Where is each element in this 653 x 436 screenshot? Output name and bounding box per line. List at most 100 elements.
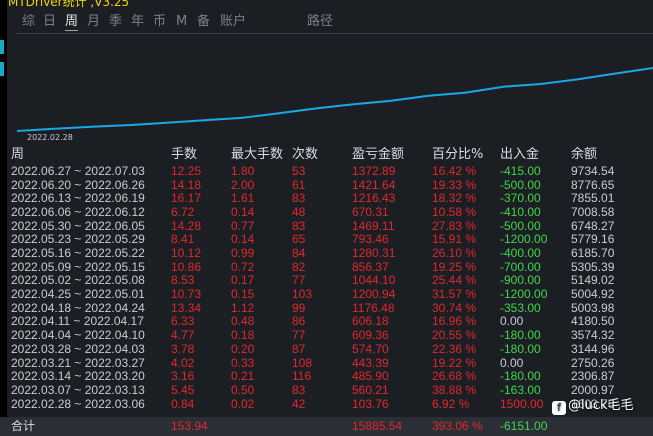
chart-start-date: 2022.02.28: [27, 133, 73, 142]
equity-chart: 2022.02.28: [17, 33, 653, 142]
cell-trades: 3.16: [171, 369, 195, 384]
header-week: 周: [11, 147, 25, 162]
total-io: -6151.00: [500, 419, 548, 433]
cell-week: 2022.04.04 ~ 2022.04.10: [11, 328, 145, 343]
cell-week: 2022.05.02 ~ 2022.05.08: [11, 273, 145, 288]
cell-balance: 5305.39: [571, 259, 615, 274]
cell-count: 53: [292, 164, 306, 178]
cell-io: -1200.00: [500, 232, 548, 247]
cell-week: 2022.05.23 ~ 2022.05.29: [11, 232, 145, 247]
cell-pct: 10.58 %: [432, 205, 477, 220]
cell-io: -700.00: [500, 259, 541, 274]
cell-pct: 16.42 %: [432, 164, 477, 178]
cell-pct: 19.25 %: [432, 259, 477, 274]
cell-pnl: 1216.43: [352, 191, 396, 206]
cell-week: 2022.04.18 ~ 2022.04.24: [11, 300, 145, 315]
cell-io: -415.00: [500, 164, 541, 178]
cell-trades: 10.86: [171, 259, 202, 274]
cell-max-trades: 0.72: [231, 259, 255, 274]
equity-point: [614, 72, 617, 75]
cell-trades: 6.33: [171, 314, 195, 329]
cell-pct: 15.91 %: [432, 232, 477, 247]
brand-logo-icon: f: [552, 401, 566, 415]
cell-trades: 10.73: [171, 287, 202, 302]
cell-trades: 8.53: [171, 273, 195, 288]
cell-max-trades: 1.12: [231, 300, 255, 315]
equity-point: [315, 107, 318, 110]
menu-item-quarter[interactable]: 季: [109, 14, 122, 30]
menu-item-account[interactable]: 账户: [220, 14, 246, 30]
cell-balance: 8776.65: [571, 177, 615, 192]
cell-pnl: 574.70: [352, 341, 389, 356]
cell-max-trades: 0.99: [231, 246, 255, 261]
equity-point: [390, 100, 392, 102]
header-max-trades: 最大手数: [231, 147, 284, 162]
cell-max-trades: 0.17: [231, 273, 255, 288]
cell-balance: 5149.02: [571, 273, 615, 288]
menu-item-week[interactable]: 周: [65, 14, 79, 31]
cell-trades: 3.78: [171, 341, 195, 356]
equity-point: [465, 91, 467, 94]
cell-io: 0.00: [500, 314, 524, 329]
cell-max-trades: 0.14: [231, 205, 255, 220]
cell-count: 42: [292, 396, 306, 411]
cell-pnl: 609.36: [352, 328, 389, 343]
cell-balance: 5779.16: [571, 232, 615, 247]
equity-point: [427, 94, 430, 97]
cell-pnl: 1469.11: [352, 218, 395, 233]
cell-pct: 26.68 %: [432, 369, 477, 384]
cell-io: -353.00: [500, 300, 541, 315]
menu-item-m[interactable]: M: [176, 14, 187, 30]
cell-max-trades: 0.02: [231, 396, 255, 411]
cell-pnl: 670.31: [352, 205, 389, 220]
cell-pnl: 856.37: [352, 259, 389, 274]
equity-point: [577, 78, 579, 80]
cell-io: 1500.00: [500, 396, 544, 411]
equity-point: [203, 119, 205, 122]
cell-trades: 12.25: [171, 164, 202, 178]
cell-pnl: 443.39: [352, 355, 389, 370]
menu-item-year[interactable]: 年: [131, 14, 144, 30]
menu-item-month[interactable]: 月: [87, 14, 100, 30]
cell-balance: 5004.92: [571, 287, 615, 302]
cell-trades: 5.45: [171, 382, 195, 397]
cell-count: 83: [292, 191, 306, 206]
menu-item-day[interactable]: 日: [43, 14, 56, 30]
cell-week: 2022.03.28 ~ 2022.04.03: [11, 341, 145, 356]
cell-max-trades: 2.00: [231, 177, 255, 192]
cell-pct: 27.83 %: [432, 218, 477, 233]
menu-item-overview[interactable]: 综: [22, 14, 35, 30]
left-scale-strip: [0, 0, 7, 436]
cell-io: -163.00: [500, 382, 541, 397]
cell-week: 2022.04.11 ~ 2022.04.17: [11, 314, 144, 329]
menu-item-path[interactable]: 路径: [307, 14, 333, 30]
cell-count: 99: [292, 300, 306, 315]
cell-week: 2022.03.14 ~ 2022.03.20: [11, 369, 145, 384]
equity-point: [352, 103, 355, 106]
cell-pnl: 560.21: [352, 382, 389, 397]
cell-count: 77: [292, 328, 306, 343]
header-balance: 余额: [571, 147, 598, 162]
cell-week: 2022.05.30 ~ 2022.06.05: [11, 218, 145, 233]
cell-balance: 2750.26: [571, 355, 615, 370]
cell-io: -900.00: [500, 273, 541, 288]
cell-trades: 13.34: [171, 300, 202, 315]
total-trades: 153.94: [171, 419, 208, 433]
equity-chart-svg: [17, 67, 653, 132]
cell-week: 2022.05.09 ~ 2022.05.15: [11, 259, 145, 274]
cell-io: 0.00: [500, 355, 524, 370]
menu-item-currency[interactable]: 币: [153, 14, 166, 30]
header-count: 次数: [292, 147, 319, 162]
total-row: 合计 153.94 15885.54 393.06 % -6151.00: [0, 417, 653, 436]
cell-balance: 6185.70: [571, 246, 615, 261]
menu-item-notes[interactable]: 备: [197, 14, 210, 30]
cell-max-trades: 0.15: [231, 287, 255, 302]
cell-max-trades: 1.61: [231, 191, 255, 206]
cell-week: 2022.03.21 ~ 2022.03.27: [11, 355, 145, 370]
equity-point: [53, 127, 56, 130]
cell-max-trades: 0.33: [231, 355, 255, 370]
cell-count: 65: [292, 232, 306, 247]
cell-count: 61: [292, 177, 306, 192]
cell-trades: 4.77: [171, 328, 195, 343]
watermark: f @luck毛毛: [552, 394, 634, 415]
